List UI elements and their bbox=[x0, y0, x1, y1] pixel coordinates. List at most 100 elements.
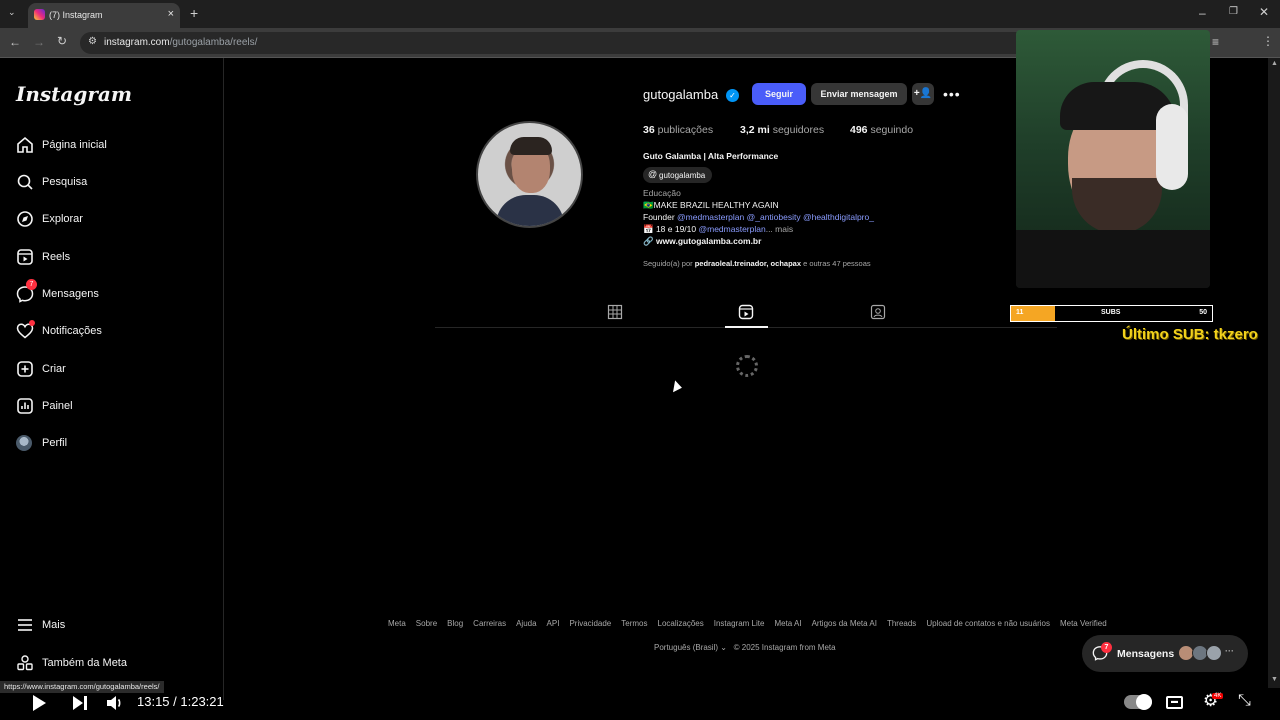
compass-icon bbox=[17, 211, 33, 227]
sidebar-item-label: Também da Meta bbox=[42, 657, 127, 669]
footer-link[interactable]: Sobre bbox=[416, 619, 437, 628]
posts-stat: 36 publicações bbox=[643, 124, 714, 136]
messages-floating-button[interactable]: 7 Mensagens ··· bbox=[1082, 635, 1248, 672]
subtitles-icon[interactable]: ▬ bbox=[1166, 696, 1183, 709]
tagged-icon[interactable] bbox=[870, 304, 886, 320]
subs-goal-bar: 11 SUBS 50 bbox=[1010, 305, 1213, 322]
notification-dot bbox=[29, 320, 35, 326]
sidebar-item-create[interactable]: Criar bbox=[16, 360, 216, 382]
autoplay-toggle[interactable] bbox=[1124, 694, 1152, 710]
forward-icon[interactable]: → bbox=[33, 35, 45, 49]
following-stat[interactable]: 496 seguindo bbox=[850, 124, 913, 136]
tab-close-icon[interactable]: × bbox=[168, 8, 174, 20]
send-message-button[interactable]: Enviar mensagem bbox=[811, 83, 907, 105]
threads-handle: gutogalamba bbox=[659, 171, 706, 180]
home-icon bbox=[17, 136, 33, 153]
link-icon: 🔗 bbox=[643, 236, 656, 246]
threads-icon: @ bbox=[648, 169, 658, 179]
avatar bbox=[1206, 645, 1222, 661]
messages-badge: 7 bbox=[26, 279, 37, 290]
sidebar-item-search[interactable]: Pesquisa bbox=[16, 173, 216, 195]
suggest-user-icon[interactable]: +👤 bbox=[912, 83, 934, 105]
url-text: instagram.com/gutogalamba/reels/ bbox=[104, 37, 258, 48]
tab-title: (7) Instagram bbox=[49, 10, 103, 20]
media-icon[interactable]: ≡ bbox=[1212, 35, 1219, 49]
exit-fullscreen-icon[interactable]: ⤡ bbox=[1238, 692, 1251, 710]
follow-button[interactable]: Seguir bbox=[752, 83, 806, 105]
profile-username: gutogalamba bbox=[643, 87, 719, 102]
footer-link[interactable]: Carreiras bbox=[473, 619, 506, 628]
sidebar-item-label: Mais bbox=[42, 619, 66, 631]
play-icon[interactable] bbox=[31, 694, 47, 712]
footer-link[interactable]: Meta AI bbox=[774, 619, 801, 628]
instagram-logo[interactable]: Instagram bbox=[16, 82, 132, 106]
bio-mention[interactable]: @medmasterplan bbox=[698, 224, 765, 234]
avatar-shirt bbox=[496, 195, 564, 226]
streamer-webcam bbox=[1016, 30, 1210, 288]
sidebar-item-reels[interactable]: Reels bbox=[16, 248, 216, 270]
sidebar-item-label: Perfil bbox=[42, 437, 68, 449]
restore-icon[interactable]: ❐ bbox=[1229, 6, 1238, 17]
reload-icon[interactable]: ↻ bbox=[57, 34, 67, 48]
verified-badge-icon: ✓ bbox=[726, 89, 739, 102]
footer-links: Meta Sobre Blog Carreiras Ajuda API Privacidad… bbox=[388, 619, 1117, 628]
back-icon[interactable]: ← bbox=[9, 35, 21, 49]
sidebar-item-label: Painel bbox=[42, 400, 73, 412]
chevron-down-icon[interactable]: ⌄ bbox=[718, 643, 729, 652]
bio-line-1: 🇧🇷MAKE BRAZIL HEALTHY AGAIN bbox=[643, 200, 779, 210]
search-icon bbox=[17, 174, 33, 190]
reels-tab-icon[interactable] bbox=[738, 304, 754, 320]
footer-link[interactable]: Blog bbox=[447, 619, 463, 628]
browser-menu-icon[interactable]: ⋮ bbox=[1262, 34, 1274, 48]
sidebar-item-explore[interactable]: Explorar bbox=[16, 210, 216, 232]
instagram-favicon-icon bbox=[34, 9, 45, 20]
volume-icon[interactable] bbox=[106, 694, 124, 712]
footer-link[interactable]: Artigos da Meta AI bbox=[812, 619, 877, 628]
close-window-icon[interactable]: ✕ bbox=[1259, 5, 1269, 19]
footer-link[interactable]: Privacidade bbox=[569, 619, 611, 628]
bio-more-link[interactable]: ... mais bbox=[766, 224, 793, 234]
followed-by[interactable]: Seguido(a) por pedraoleal.treinador, och… bbox=[643, 259, 871, 268]
browser-tab[interactable]: (7) Instagram × bbox=[28, 3, 180, 28]
video-timecode: 13:15 / 1:23:21 bbox=[137, 694, 224, 709]
followers-stat[interactable]: 3,2 mi seguidores bbox=[740, 124, 824, 136]
footer-link[interactable]: Meta bbox=[388, 619, 406, 628]
sidebar-item-more[interactable]: Mais bbox=[16, 616, 216, 638]
footer-copyright: Português (Brasil) ⌄ © 2025 Instagram fr… bbox=[654, 643, 836, 652]
language-select[interactable]: Português (Brasil) bbox=[654, 643, 718, 652]
footer-link[interactable]: Upload de contatos e não usuários bbox=[926, 619, 1050, 628]
profile-website[interactable]: 🔗 www.gutogalamba.com.br bbox=[643, 236, 761, 247]
profile-avatar[interactable] bbox=[476, 121, 583, 228]
next-icon[interactable] bbox=[72, 695, 88, 711]
sidebar-item-dashboard[interactable]: Painel bbox=[16, 397, 216, 419]
footer-link[interactable]: Ajuda bbox=[516, 619, 536, 628]
site-info-icon[interactable]: ⚙ bbox=[88, 36, 97, 47]
bio-mentions[interactable]: @medmasterplan @_antiobesity @healthdigi… bbox=[677, 212, 874, 222]
threads-link[interactable]: @ gutogalamba bbox=[643, 167, 712, 183]
sidebar-item-label: Reels bbox=[42, 251, 71, 263]
apps-icon bbox=[17, 655, 33, 671]
footer-link[interactable]: Threads bbox=[887, 619, 916, 628]
footer-link[interactable]: API bbox=[547, 619, 560, 628]
chart-icon bbox=[17, 398, 33, 414]
sidebar-item-messages[interactable]: 7 Mensagens bbox=[16, 279, 216, 307]
tab-search-icon[interactable]: ⌄ bbox=[8, 7, 16, 18]
sidebar-item-home[interactable]: Página inicial bbox=[16, 136, 216, 158]
sidebar-item-profile[interactable]: Perfil bbox=[16, 434, 216, 456]
sidebar-item-also-from-meta[interactable]: Também da Meta bbox=[16, 654, 216, 676]
footer-link[interactable]: Localizações bbox=[658, 619, 704, 628]
footer-link[interactable]: Instagram Lite bbox=[714, 619, 765, 628]
footer-link[interactable]: Termos bbox=[621, 619, 647, 628]
more-options-icon[interactable]: ••• bbox=[943, 86, 961, 102]
page-scrollbar[interactable]: ▲ ▼ bbox=[1268, 58, 1280, 688]
minimize-icon[interactable]: – bbox=[1199, 6, 1206, 20]
video-player-controls: 13:15 / 1:23:21 ▬ ⚙ 4K ⤡ bbox=[0, 688, 1280, 720]
footer-link[interactable]: Meta Verified bbox=[1060, 619, 1107, 628]
new-tab-icon[interactable]: + bbox=[190, 5, 198, 21]
subs-current: 11 bbox=[1016, 309, 1024, 316]
sidebar-item-notifications[interactable]: Notificações bbox=[16, 320, 216, 344]
plus-square-icon bbox=[17, 361, 33, 377]
avatar-icon bbox=[16, 435, 32, 451]
posts-grid-icon[interactable] bbox=[607, 304, 623, 320]
url-bar[interactable]: ⚙ instagram.com/gutogalamba/reels/ ⧉ ☆ bbox=[80, 32, 1090, 54]
